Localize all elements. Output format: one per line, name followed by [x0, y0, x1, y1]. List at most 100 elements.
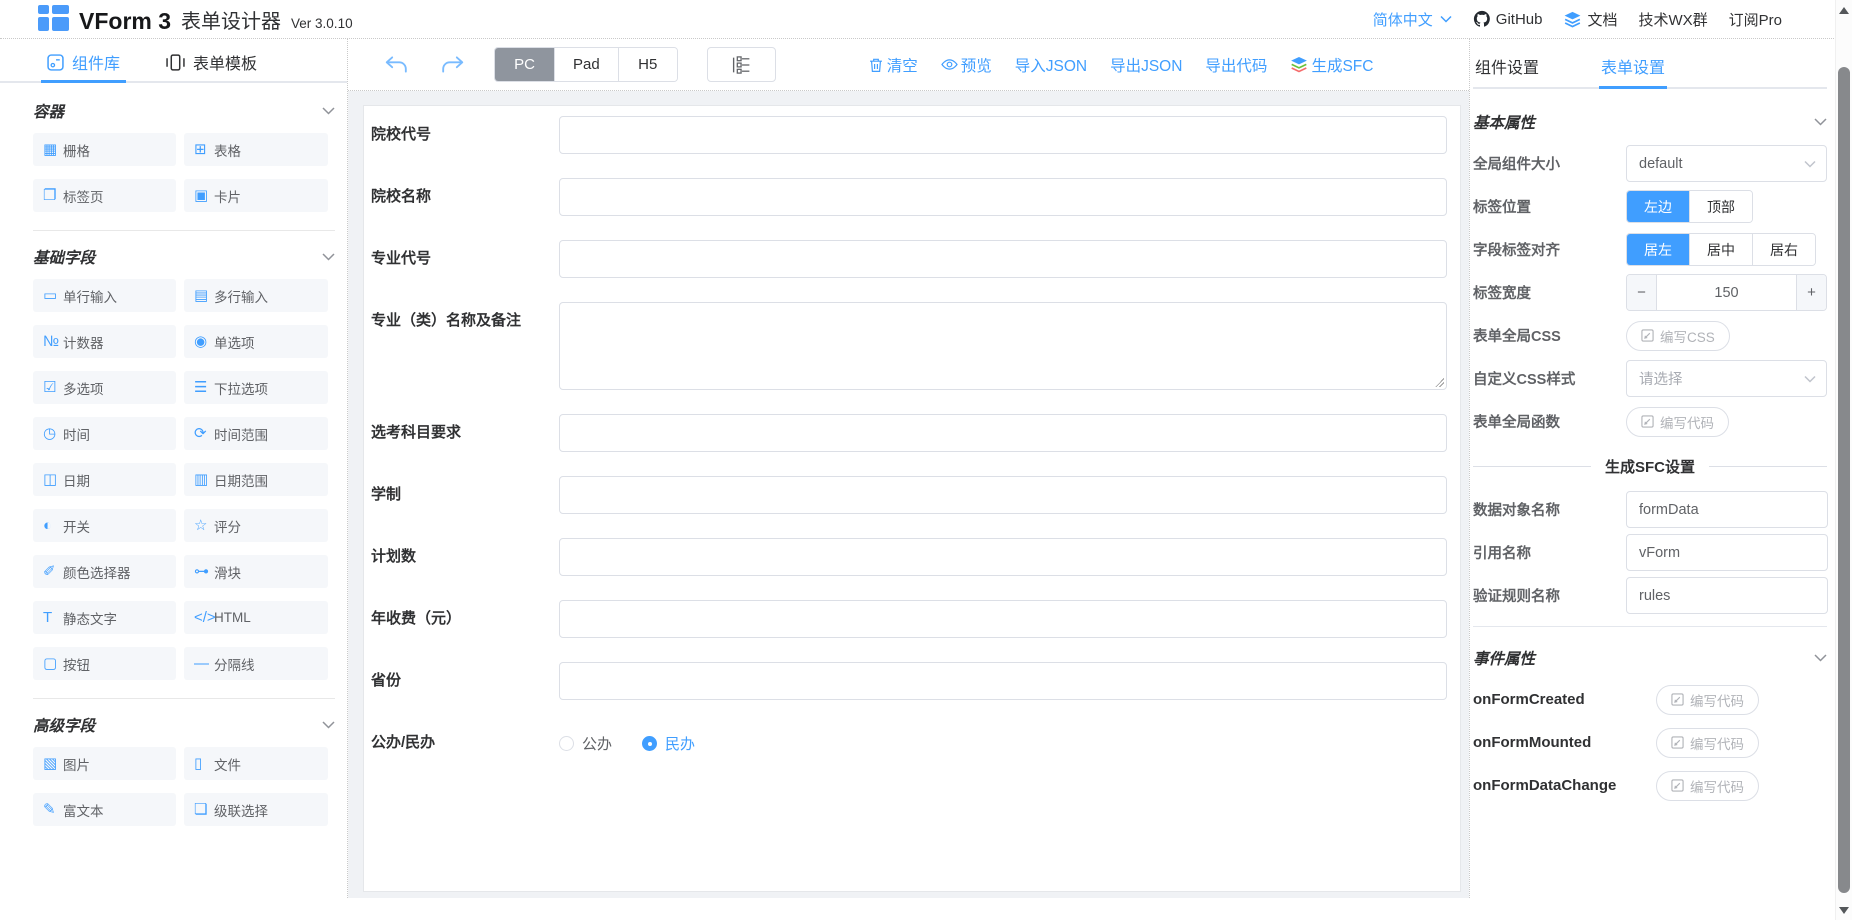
widget-item-开关[interactable]: ◐开关: [33, 509, 176, 542]
widget-item-标签页[interactable]: ❐标签页: [33, 179, 176, 212]
edit-code-button[interactable]: 编写代码: [1656, 728, 1759, 758]
text-input[interactable]: [559, 476, 1447, 514]
edit-css-button[interactable]: 编写CSS: [1626, 321, 1730, 351]
action-导出代码[interactable]: 导出代码: [1205, 54, 1267, 76]
text-input[interactable]: [559, 414, 1447, 452]
scroll-up-icon[interactable]: [1839, 7, 1849, 14]
widget-item-富文本[interactable]: ✎富文本: [33, 793, 176, 826]
action-预览[interactable]: 预览: [941, 54, 992, 76]
widget-item-静态文字[interactable]: T静态文字: [33, 601, 176, 634]
label-position-left[interactable]: 左边: [1627, 191, 1689, 222]
form-field-专业（类）名称及备注[interactable]: 专业（类）名称及备注: [371, 302, 1447, 390]
widget-item-栅格[interactable]: ▦栅格: [33, 133, 176, 166]
form-field-学制[interactable]: 学制: [371, 476, 1447, 514]
language-select[interactable]: 简体中文: [1373, 9, 1452, 30]
form-field-计划数[interactable]: 计划数: [371, 538, 1447, 576]
page-scrollbar[interactable]: [1835, 0, 1852, 920]
widget-item-时间范围[interactable]: ⟳时间范围: [184, 417, 328, 450]
label-width-value[interactable]: 150: [1657, 275, 1796, 310]
form-field-院校代号[interactable]: 院校代号: [371, 116, 1447, 154]
redo-button[interactable]: [440, 54, 466, 76]
action-导入JSON[interactable]: 导入JSON: [1015, 54, 1087, 76]
widget-size-select[interactable]: default: [1626, 145, 1827, 182]
undo-button[interactable]: [383, 54, 409, 76]
widget-item-HTML[interactable]: </>HTML: [184, 601, 328, 634]
widget-item-单选项[interactable]: ◉单选项: [184, 325, 328, 358]
data-object-input[interactable]: [1626, 491, 1828, 528]
action-清空[interactable]: 清空: [868, 54, 918, 76]
widget-item-计数器[interactable]: №计数器: [33, 325, 176, 358]
widget-item-日期[interactable]: ◫日期: [33, 463, 176, 496]
scrollbar-thumb[interactable]: [1838, 67, 1850, 893]
device-h5-button[interactable]: H5: [618, 48, 677, 81]
widget-item-多行输入[interactable]: ▤多行输入: [184, 279, 328, 312]
edit-code-button[interactable]: 编写代码: [1626, 407, 1729, 437]
device-pc-button[interactable]: PC: [495, 48, 554, 81]
radio-option-民办[interactable]: 民办: [642, 733, 695, 754]
device-pad-button[interactable]: Pad: [554, 48, 618, 81]
ref-name-input[interactable]: [1626, 534, 1828, 571]
resize-handle-icon[interactable]: [1435, 378, 1444, 387]
onFormMounted-row: onFormMounted 编写代码: [1473, 724, 1827, 761]
widget-item-日期范围[interactable]: ▥日期范围: [184, 463, 328, 496]
form-field-专业代号[interactable]: 专业代号: [371, 240, 1447, 278]
form-canvas[interactable]: 院校代号院校名称专业代号专业（类）名称及备注选考科目要求学制计划数年收费（元） 省…: [348, 91, 1469, 898]
docs-link[interactable]: 文档: [1563, 9, 1617, 30]
label-align-right[interactable]: 居右: [1752, 234, 1815, 265]
text-input[interactable]: [559, 662, 1447, 700]
text-input[interactable]: [559, 178, 1447, 216]
widget-item-评分[interactable]: ☆评分: [184, 509, 328, 542]
label-align-left[interactable]: 居左: [1627, 234, 1689, 265]
basic-props-header[interactable]: 基本属性: [1473, 99, 1827, 145]
widget-item-下拉选项[interactable]: ☰下拉选项: [184, 371, 328, 404]
tab-widget-library[interactable]: 组件库: [47, 49, 120, 81]
widget-item-卡片[interactable]: ▣卡片: [184, 179, 328, 212]
scroll-down-icon[interactable]: [1839, 907, 1849, 914]
widget-item-级联选择[interactable]: ❏级联选择: [184, 793, 328, 826]
rules-name-input[interactable]: [1626, 577, 1828, 614]
decrease-button[interactable]: −: [1627, 275, 1657, 310]
section-header[interactable]: 高级字段: [33, 703, 339, 747]
text-input[interactable]: [559, 600, 1447, 638]
github-link[interactable]: GitHub: [1473, 10, 1543, 28]
widget-item-时间[interactable]: ◷时间: [33, 417, 176, 450]
form-field-省份[interactable]: 省份: [371, 662, 1447, 700]
widget-item-滑块[interactable]: ⊶滑块: [184, 555, 328, 588]
form-field-院校名称[interactable]: 院校名称: [371, 178, 1447, 216]
action-生成SFC[interactable]: 生成SFC: [1290, 54, 1373, 76]
chevron-down-icon: [1814, 654, 1827, 662]
radio-option-公办[interactable]: 公办: [559, 733, 612, 754]
tab-widget-settings[interactable]: 组件设置: [1475, 49, 1539, 87]
section-header[interactable]: 容器: [33, 89, 339, 133]
edit-code-button[interactable]: 编写代码: [1656, 685, 1759, 715]
widget-item-颜色选择器[interactable]: ✐颜色选择器: [33, 555, 176, 588]
widget-item-按钮[interactable]: ▢按钮: [33, 647, 176, 680]
form-field-公办/民办[interactable]: 公办/民办公办民办: [371, 724, 1447, 762]
tab-form-template[interactable]: 表单模板: [166, 49, 257, 81]
text-input[interactable]: [559, 116, 1447, 154]
increase-button[interactable]: +: [1796, 275, 1826, 310]
edit-code-button[interactable]: 编写代码: [1656, 771, 1759, 801]
wx-group-link[interactable]: 技术WX群: [1638, 9, 1707, 30]
event-props-header[interactable]: 事件属性: [1473, 635, 1827, 681]
widget-item-多选项[interactable]: ☑多选项: [33, 371, 176, 404]
section-header[interactable]: 基础字段: [33, 235, 339, 279]
custom-class-select[interactable]: 请选择: [1626, 360, 1827, 397]
text-input[interactable]: [559, 240, 1447, 278]
form-field-选考科目要求[interactable]: 选考科目要求: [371, 414, 1447, 452]
label-position-top[interactable]: 顶部: [1689, 191, 1752, 222]
field-label: 专业（类）名称及备注: [371, 302, 559, 390]
widget-item-文件[interactable]: ▯文件: [184, 747, 328, 780]
textarea-input[interactable]: [559, 302, 1447, 390]
label-align-center[interactable]: 居中: [1689, 234, 1752, 265]
widget-item-图片[interactable]: ▧图片: [33, 747, 176, 780]
action-导出JSON[interactable]: 导出JSON: [1110, 54, 1182, 76]
text-input[interactable]: [559, 538, 1447, 576]
outline-button[interactable]: [707, 47, 776, 82]
form-field-年收费（元）[interactable]: 年收费（元）: [371, 600, 1447, 638]
tab-form-settings[interactable]: 表单设置: [1601, 49, 1665, 87]
widget-item-表格[interactable]: ⊞表格: [184, 133, 328, 166]
subscribe-pro-link[interactable]: 订阅Pro: [1729, 9, 1782, 30]
widget-item-分隔线[interactable]: —分隔线: [184, 647, 328, 680]
widget-item-单行输入[interactable]: ▭单行输入: [33, 279, 176, 312]
